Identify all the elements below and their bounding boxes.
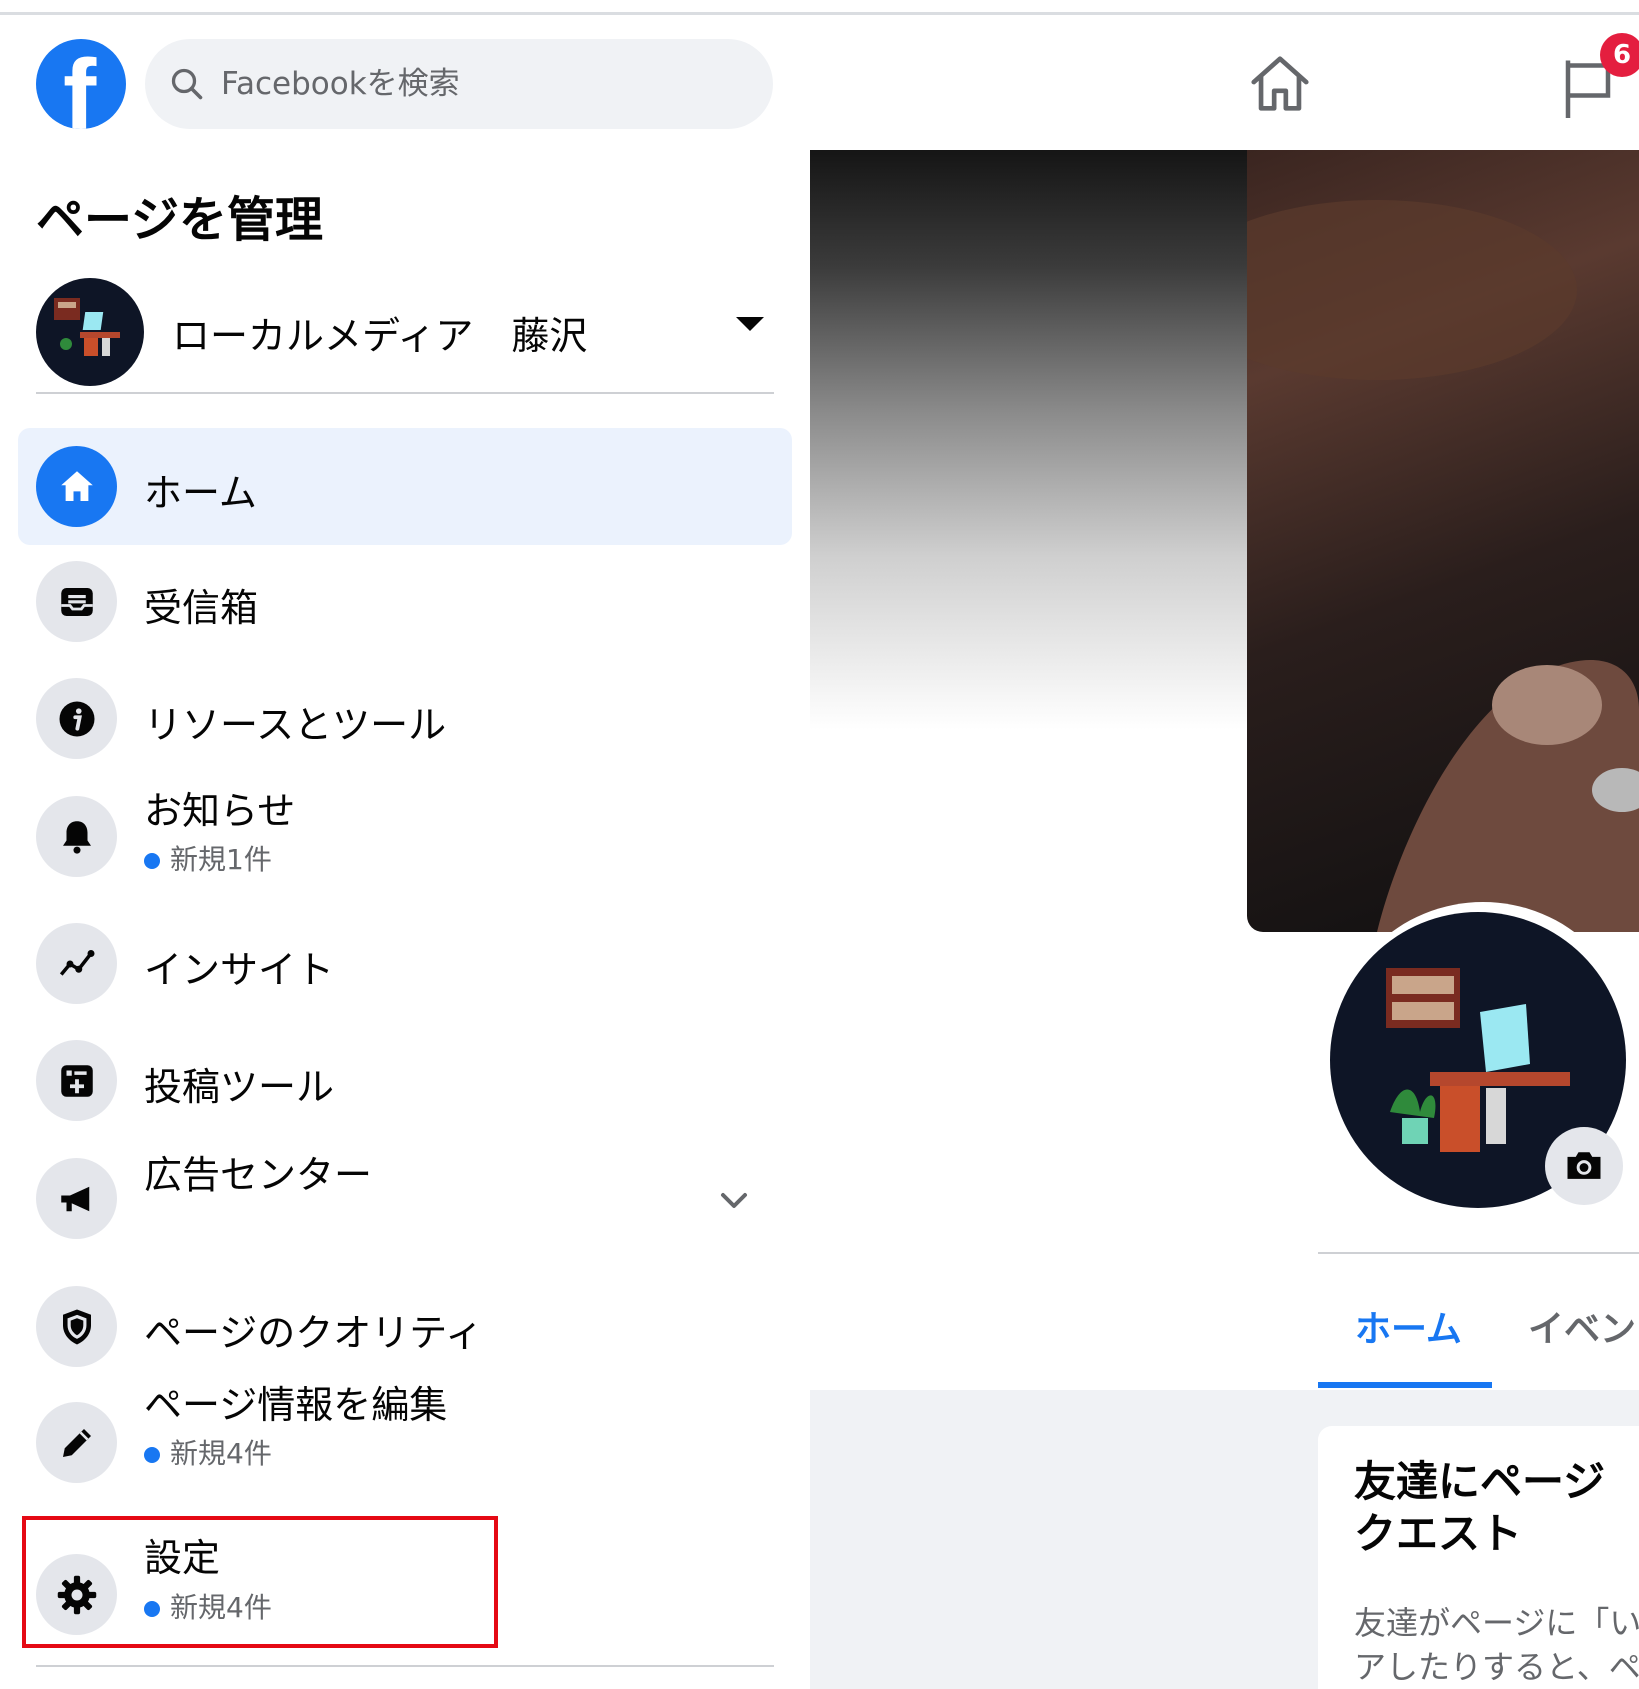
page-management-sidebar: ページを管理 ローカルメディア 藤沢 ホーム 受信箱 リソースとツール お知らせ… xyxy=(0,150,810,1689)
home-icon xyxy=(36,446,117,527)
sidebar-item-label: インサイト xyxy=(144,948,335,992)
card-body: 友達がページに「い アしたりすると、ペ xyxy=(1354,1604,1639,1686)
new-count-label: 新規1件 xyxy=(144,838,272,878)
unread-dot xyxy=(144,1447,160,1463)
sidebar-item-publishing-tools[interactable]: 投稿ツール xyxy=(18,1022,792,1139)
sidebar-item-ad-center[interactable]: 広告センター xyxy=(18,1140,792,1257)
divider xyxy=(36,1665,774,1667)
search-input[interactable] xyxy=(219,65,723,103)
sidebar-item-label: 広告センター xyxy=(144,1153,373,1197)
page-selector[interactable]: ローカルメディア 藤沢 xyxy=(36,275,776,386)
sidebar-item-resources[interactable]: リソースとツール xyxy=(18,660,792,777)
search-bar[interactable] xyxy=(145,39,773,129)
sidebar-item-inbox[interactable]: 受信箱 xyxy=(18,543,792,660)
sidebar-title: ページを管理 xyxy=(36,192,324,248)
top-navigation-bar: f 6 xyxy=(0,15,1639,151)
tab-home[interactable]: ホーム xyxy=(1355,1300,1462,1352)
camera-icon[interactable] xyxy=(1545,1127,1623,1205)
unread-dot xyxy=(144,853,160,869)
tab-events[interactable]: イベン xyxy=(1528,1300,1636,1352)
highlight-box xyxy=(22,1516,498,1648)
shield-icon xyxy=(36,1286,117,1367)
insights-icon xyxy=(36,923,117,1004)
sidebar-item-insights[interactable]: インサイト xyxy=(18,905,792,1022)
invite-friends-card: 友達にページ クエスト 友達がページに「い アしたりすると、ペ xyxy=(1318,1426,1639,1689)
page-main-content: ホーム イベン 友達にページ クエスト 友達がページに「い アしたりすると、ペ xyxy=(810,150,1639,1689)
cover-gradient xyxy=(810,150,1247,730)
search-icon xyxy=(171,68,203,100)
facebook-logo[interactable]: f xyxy=(36,39,126,129)
megaphone-icon xyxy=(36,1158,117,1239)
pencil-icon xyxy=(36,1402,117,1483)
home-nav-icon[interactable] xyxy=(1245,50,1315,120)
active-tab-indicator xyxy=(1318,1382,1492,1388)
divider xyxy=(36,392,774,394)
page-avatar xyxy=(36,278,144,386)
sidebar-item-label: 投稿ツール xyxy=(144,1065,335,1109)
sidebar-item-label: ページ情報を編集 xyxy=(144,1383,448,1427)
info-icon xyxy=(36,678,117,759)
new-count-label: 新規4件 xyxy=(144,1432,272,1472)
inbox-icon xyxy=(36,561,117,642)
bell-icon xyxy=(36,796,117,877)
cover-photo[interactable] xyxy=(1247,150,1639,932)
notification-badge: 6 xyxy=(1600,33,1639,77)
sidebar-item-edit-page-info[interactable]: ページ情報を編集 新規4件 xyxy=(18,1372,792,1489)
card-title: 友達にページ クエスト xyxy=(1354,1457,1606,1558)
sidebar-item-label: リソースとツール xyxy=(144,703,447,747)
sidebar-item-label: ホーム xyxy=(144,471,257,515)
tabs-divider xyxy=(1318,1252,1639,1254)
sidebar-item-label: ページのクオリティ xyxy=(144,1311,483,1355)
sidebar-item-page-quality[interactable]: ページのクオリティ xyxy=(18,1268,792,1385)
sidebar-item-home[interactable]: ホーム xyxy=(18,428,792,545)
sidebar-item-label: お知らせ xyxy=(144,789,296,833)
caret-down-icon[interactable] xyxy=(736,317,764,331)
sidebar-item-notifications[interactable]: お知らせ 新規1件 xyxy=(18,778,792,895)
chevron-down-icon[interactable] xyxy=(720,1192,748,1210)
publishing-tools-icon xyxy=(36,1040,117,1121)
sidebar-item-label: 受信箱 xyxy=(144,586,259,630)
page-name: ローカルメディア 藤沢 xyxy=(172,314,588,358)
